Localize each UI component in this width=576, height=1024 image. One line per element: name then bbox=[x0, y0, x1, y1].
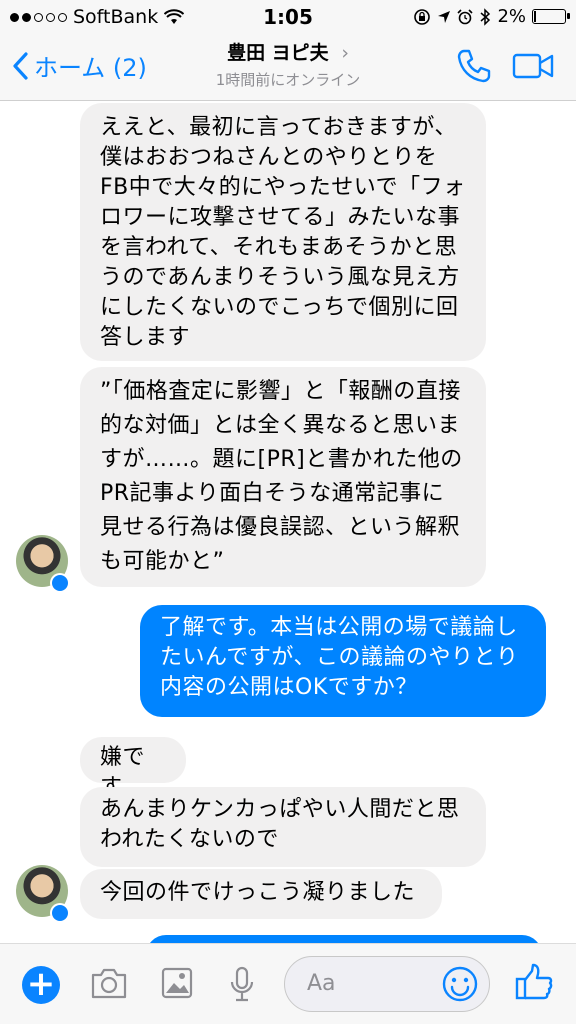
status-bar: SoftBank 1:05 2% bbox=[0, 0, 576, 34]
video-call-icon[interactable] bbox=[512, 52, 554, 80]
messenger-badge-icon bbox=[50, 903, 70, 923]
location-icon bbox=[438, 10, 451, 23]
message-text: ええと、最初に言っておきますが、僕はおおつねさんとのやりとりをFB中で大々的にや… bbox=[100, 115, 466, 350]
phone-call-icon[interactable] bbox=[456, 48, 492, 84]
message-bubble-incoming[interactable]: ”「価格査定に影響」と「報酬の直接的な対価」とは全く異なると思いますが……。題に… bbox=[80, 367, 486, 587]
message-text: 今回の件でけっこう凝りました bbox=[100, 880, 416, 905]
message-bubble-incoming[interactable]: ええと、最初に言っておきますが、僕はおおつねさんとのやりとりをFB中で大々的にや… bbox=[80, 103, 486, 361]
message-text: ”「価格査定に影響」と「報酬の直接的な対価」とは全く異なると思いますが……。題に… bbox=[100, 379, 463, 574]
message-bubble-incoming[interactable]: 嫌です bbox=[80, 737, 186, 800]
messenger-badge-icon bbox=[50, 573, 70, 593]
camera-icon[interactable] bbox=[90, 966, 128, 1000]
image-icon[interactable] bbox=[160, 966, 194, 1000]
orientation-lock-icon bbox=[414, 8, 431, 25]
contact-name: 豊田 ヨピ夫 bbox=[227, 42, 329, 64]
message-input[interactable]: Aa bbox=[284, 956, 490, 1012]
status-icons: 2% bbox=[413, 6, 570, 27]
message-input-placeholder: Aa bbox=[307, 971, 336, 996]
message-thread[interactable]: ええと、最初に言っておきますが、僕はおおつねさんとのやりとりをFB中で大々的にや… bbox=[0, 101, 576, 944]
message-bubble-incoming[interactable]: 今回の件でけっこう凝りました bbox=[80, 869, 442, 919]
thumbs-up-icon[interactable] bbox=[514, 962, 554, 1002]
battery-icon bbox=[532, 9, 570, 24]
plus-icon[interactable]: + bbox=[22, 966, 60, 1004]
message-text: あんまりケンカっぱやい人間だと思われたくないので bbox=[100, 797, 460, 852]
composer-bar: + Aa bbox=[0, 943, 576, 1024]
emoji-icon[interactable] bbox=[441, 965, 479, 1003]
conversation-header: ホーム (2) 豊田 ヨピ夫 › 1時間前にオンライン bbox=[0, 34, 576, 101]
battery-percent: 2% bbox=[497, 6, 526, 27]
message-text: 了解です。本当は公開の場で議論したいんですが、この議論のやりとり内容の公開はOK… bbox=[160, 615, 519, 700]
chevron-right-icon: › bbox=[341, 42, 349, 64]
message-bubble-incoming[interactable]: あんまりケンカっぱやい人間だと思われたくないので bbox=[80, 787, 486, 867]
bluetooth-icon bbox=[480, 7, 491, 26]
microphone-icon[interactable] bbox=[228, 966, 256, 1004]
message-bubble-outgoing[interactable]: 了解です。本当は公開の場で議論したいんですが、この議論のやりとり内容の公開はOK… bbox=[140, 605, 546, 717]
alarm-icon bbox=[457, 8, 474, 24]
